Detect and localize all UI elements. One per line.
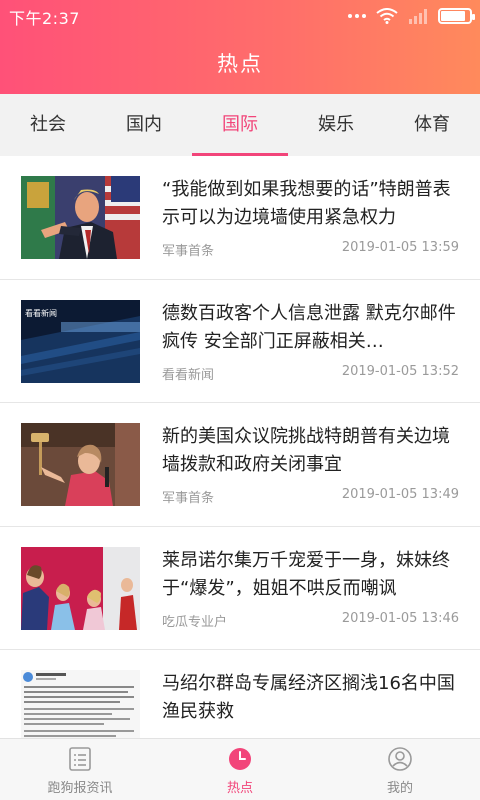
news-source: 吃瓜专业户 xyxy=(162,614,228,630)
news-source: 军事首条 xyxy=(162,244,215,259)
bottom-nav: 跑狗报资讯 热点 我的 xyxy=(0,738,480,800)
news-item[interactable]: 马绍尔群岛专属经济区搁浅16名中国渔民获救 xyxy=(0,650,480,738)
thumbnail-caption: 看看新闻 xyxy=(25,308,57,318)
news-title: 马绍尔群岛专属经济区搁浅16名中国渔民获救 xyxy=(162,673,455,722)
nav-label-hot: 热点 xyxy=(226,781,253,796)
news-title: 莱昂诺尔集万千宠爱于一身，妹妹终于“爆发”，姐姐不哄反而嘲讽 xyxy=(162,549,450,599)
nav-item-news[interactable]: 跑狗报资讯 xyxy=(0,739,160,800)
more-dots-icon xyxy=(348,14,366,18)
signal-icon xyxy=(409,9,427,24)
status-icons xyxy=(348,6,475,26)
status-bar: 下午2:37 xyxy=(0,0,480,32)
tab-domestic[interactable]: 国内 xyxy=(96,94,192,156)
tab-entertainment[interactable]: 娱乐 xyxy=(288,94,384,156)
news-list: “我能做到如果我想要的话”特朗普表示可以为边境墙使用紧急权力 军事首条 2019… xyxy=(0,156,480,738)
user-icon xyxy=(388,747,412,771)
news-thumbnail xyxy=(21,546,140,630)
tab-society[interactable]: 社会 xyxy=(0,94,96,156)
tab-sports[interactable]: 体育 xyxy=(384,94,480,156)
list-icon xyxy=(69,747,91,771)
news-time: 2019-01-05 13:52 xyxy=(341,363,459,379)
news-item[interactable]: “我能做到如果我想要的话”特朗普表示可以为边境墙使用紧急权力 军事首条 2019… xyxy=(0,156,480,280)
news-source: 军事首条 xyxy=(162,491,215,506)
news-source: 看看新闻 xyxy=(162,367,215,383)
nav-item-hot[interactable]: 热点 xyxy=(160,739,320,800)
news-item[interactable]: 看看新闻 德数百政客个人信息泄露 默克尔邮件疯传 安全部门正屏蔽相关… 看看新闻… xyxy=(0,280,480,403)
battery-icon xyxy=(438,8,475,24)
nav-label-news: 跑狗报资讯 xyxy=(47,781,113,796)
news-thumbnail xyxy=(21,176,140,259)
nav-label-mine: 我的 xyxy=(386,781,413,796)
category-tabs: 社会 国内 国际 娱乐 体育 xyxy=(0,94,480,156)
news-time: 2019-01-05 13:59 xyxy=(341,240,459,255)
status-time: 下午2:37 xyxy=(9,9,80,28)
clock-icon xyxy=(229,748,251,770)
news-item[interactable]: 新的美国众议院挑战特朗普有关边境墙拨款和政府关闭事宜 军事首条 2019-01-… xyxy=(0,403,480,527)
news-thumbnail xyxy=(21,423,140,506)
news-title: 德数百政客个人信息泄露 默克尔邮件疯传 安全部门正屏蔽相关… xyxy=(162,302,456,352)
news-thumbnail: 看看新闻 xyxy=(21,299,140,383)
nav-item-mine[interactable]: 我的 xyxy=(320,739,480,800)
news-time: 2019-01-05 13:49 xyxy=(341,487,459,502)
tab-international[interactable]: 国际 xyxy=(192,94,288,156)
app-header: 下午2:37 热点 xyxy=(0,0,480,94)
news-item[interactable]: 莱昂诺尔集万千宠爱于一身，妹妹终于“爆发”，姐姐不哄反而嘲讽 吃瓜专业户 201… xyxy=(0,527,480,650)
news-title: 新的美国众议院挑战特朗普有关边境墙拨款和政府关闭事宜 xyxy=(162,426,450,475)
news-thumbnail xyxy=(21,670,140,738)
news-time: 2019-01-05 13:46 xyxy=(341,610,459,626)
page-title: 热点 xyxy=(217,52,263,76)
news-title: “我能做到如果我想要的话”特朗普表示可以为边境墙使用紧急权力 xyxy=(162,179,451,228)
wifi-icon xyxy=(376,8,398,24)
